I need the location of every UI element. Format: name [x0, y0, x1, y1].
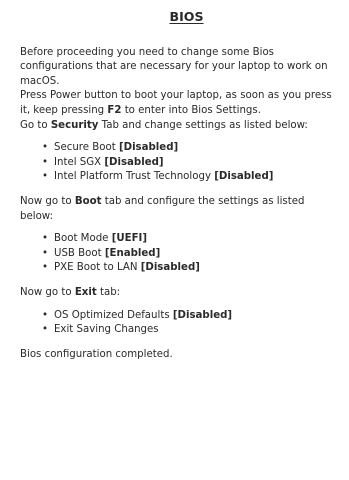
- list-item: PXE Boot to LAN [Disabled]: [42, 261, 337, 276]
- list-item: Intel SGX [Disabled]: [42, 156, 337, 171]
- list-item: Secure Boot [Disabled]: [42, 141, 337, 156]
- intro-text-3: to enter into Bios Settings.: [121, 104, 261, 116]
- list-item: OS Optimized Defaults [Disabled]: [42, 309, 337, 324]
- page-title: BIOS: [169, 9, 204, 24]
- list-item: Exit Saving Changes: [42, 323, 337, 338]
- boot-paragraph: Now go to Boot tab and configure the set…: [20, 195, 305, 222]
- boot-settings-list: Boot Mode [UEFI] USB Boot [Enabled] PXE …: [20, 232, 337, 276]
- boot-tab-name: Boot: [74, 195, 102, 207]
- list-item: Boot Mode [UEFI]: [42, 232, 337, 247]
- security-settings-list: Secure Boot [Disabled] Intel SGX [Disabl…: [20, 141, 337, 185]
- intro-paragraph: Before proceeding you need to change som…: [20, 46, 337, 134]
- list-item: Intel Platform Trust Technology [Disable…: [42, 170, 337, 185]
- exit-settings-list: OS Optimized Defaults [Disabled] Exit Sa…: [20, 309, 337, 338]
- list-item: USB Boot [Enabled]: [42, 247, 337, 262]
- exit-tab-name: Exit: [74, 286, 97, 298]
- security-prefix: Go to: [20, 119, 51, 131]
- completion-text: Bios configuration completed.: [20, 348, 173, 360]
- security-tab-name: Security: [50, 119, 99, 131]
- bios-instructions-document: BIOS Before proceeding you need to chang…: [0, 0, 349, 480]
- f2-key: F2: [107, 104, 122, 116]
- exit-paragraph: Now go to Exit tab:: [20, 286, 121, 298]
- security-suffix: Tab and change settings as listed below:: [98, 119, 308, 131]
- intro-text-1: Before proceeding you need to change som…: [20, 46, 328, 87]
